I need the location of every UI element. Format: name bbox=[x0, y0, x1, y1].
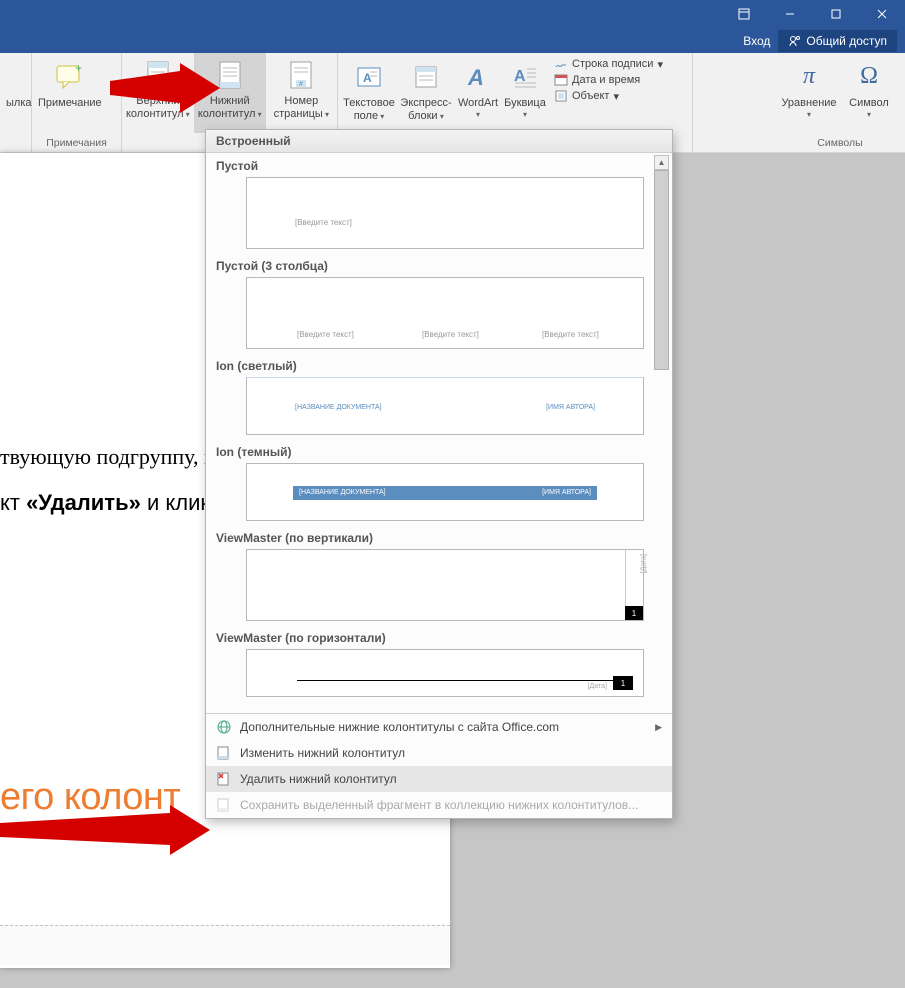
date-time-button[interactable]: Дата и время bbox=[554, 73, 663, 87]
comment-button[interactable]: + Примечание bbox=[34, 55, 106, 135]
account-row: Вход Общий доступ bbox=[0, 28, 905, 53]
scroll-up-button[interactable]: ▲ bbox=[654, 155, 669, 170]
submenu-arrow-icon: ▶ bbox=[655, 722, 662, 733]
page-footer-area[interactable] bbox=[0, 925, 450, 965]
gallery-section-header: Встроенный bbox=[206, 130, 672, 153]
edit-footer[interactable]: Изменить нижний колонтитул bbox=[206, 740, 672, 766]
page-number-button[interactable]: # Номерстраницы ▾ bbox=[266, 53, 337, 133]
gallery-item-viewmaster-h[interactable]: ViewMaster (по горизонтали) [Дата] 1 bbox=[216, 631, 650, 697]
edit-footer-icon bbox=[216, 745, 232, 761]
svg-text:#: # bbox=[299, 81, 303, 88]
sign-in-link[interactable]: Вход bbox=[743, 34, 770, 48]
share-label: Общий доступ bbox=[806, 34, 887, 48]
document-area: твующую подгруппу, на кт «Удалить» и кли… bbox=[0, 153, 905, 988]
maximize-button[interactable] bbox=[813, 0, 859, 28]
symbol-button[interactable]: Ω Символ▾ bbox=[841, 55, 897, 135]
gallery-item-viewmaster-v[interactable]: ViewMaster (по вертикали) [Дата] 1 bbox=[216, 531, 650, 621]
svg-text:A: A bbox=[467, 65, 484, 90]
save-selection-to-gallery: Сохранить выделенный фрагмент в коллекци… bbox=[206, 792, 672, 818]
quick-parts-button[interactable]: Экспресс-блоки ▾ bbox=[398, 55, 454, 135]
more-footers-online[interactable]: Дополнительные нижние колонтитулы с сайт… bbox=[206, 714, 672, 740]
globe-icon bbox=[216, 719, 232, 735]
scroll-thumb[interactable] bbox=[654, 170, 669, 370]
equation-button[interactable]: π Уравнение▾ bbox=[777, 55, 841, 135]
document-text-line: твующую подгруппу, на bbox=[0, 444, 226, 470]
close-button[interactable] bbox=[859, 0, 905, 28]
hyperlink-button-partial[interactable]: ылка bbox=[2, 55, 36, 135]
gallery-scrollbar[interactable]: ▲ bbox=[653, 155, 670, 370]
ribbon-display-options[interactable] bbox=[721, 0, 767, 28]
svg-text:A: A bbox=[363, 71, 372, 85]
svg-text:A: A bbox=[514, 68, 526, 85]
document-text-line: кт «Удалить» и кликн bbox=[0, 490, 222, 516]
titlebar bbox=[0, 0, 905, 28]
share-button[interactable]: Общий доступ bbox=[778, 30, 897, 52]
symbols-group-label: Символы bbox=[777, 135, 903, 152]
annotation-arrow bbox=[110, 63, 220, 123]
text-box-button[interactable]: A Текстовоеполе ▾ bbox=[340, 55, 398, 135]
gallery-item-blank-3col[interactable]: Пустой (3 столбца) [Введите текст] [Введ… bbox=[216, 259, 650, 349]
gallery-item-ion-dark[interactable]: Ion (темный) [НАЗВАНИЕ ДОКУМЕНТА] [ИМЯ А… bbox=[216, 445, 650, 521]
gallery-item-ion-light[interactable]: Ion (светлый) [НАЗВАНИЕ ДОКУМЕНТА] [ИМЯ … bbox=[216, 359, 650, 435]
footer-gallery-dropdown: Встроенный ▲ Пустой [Введите текст] Пуст… bbox=[205, 129, 673, 819]
object-button[interactable]: Объект ▾ bbox=[554, 89, 663, 103]
comments-group-label: Примечания bbox=[34, 135, 119, 152]
minimize-button[interactable] bbox=[767, 0, 813, 28]
wordart-button[interactable]: A WordArt▾ bbox=[454, 55, 502, 135]
svg-text:+: + bbox=[75, 64, 82, 75]
signature-line-button[interactable]: Строка подписи ▾ bbox=[554, 57, 663, 71]
remove-footer-icon bbox=[216, 771, 232, 787]
drop-cap-button[interactable]: A Буквица▾ bbox=[502, 55, 548, 135]
remove-footer[interactable]: Удалить нижний колонтитул bbox=[206, 766, 672, 792]
gallery-item-blank[interactable]: Пустой [Введите текст] bbox=[216, 159, 650, 249]
annotation-arrow bbox=[0, 805, 210, 865]
save-gallery-icon bbox=[216, 797, 232, 813]
